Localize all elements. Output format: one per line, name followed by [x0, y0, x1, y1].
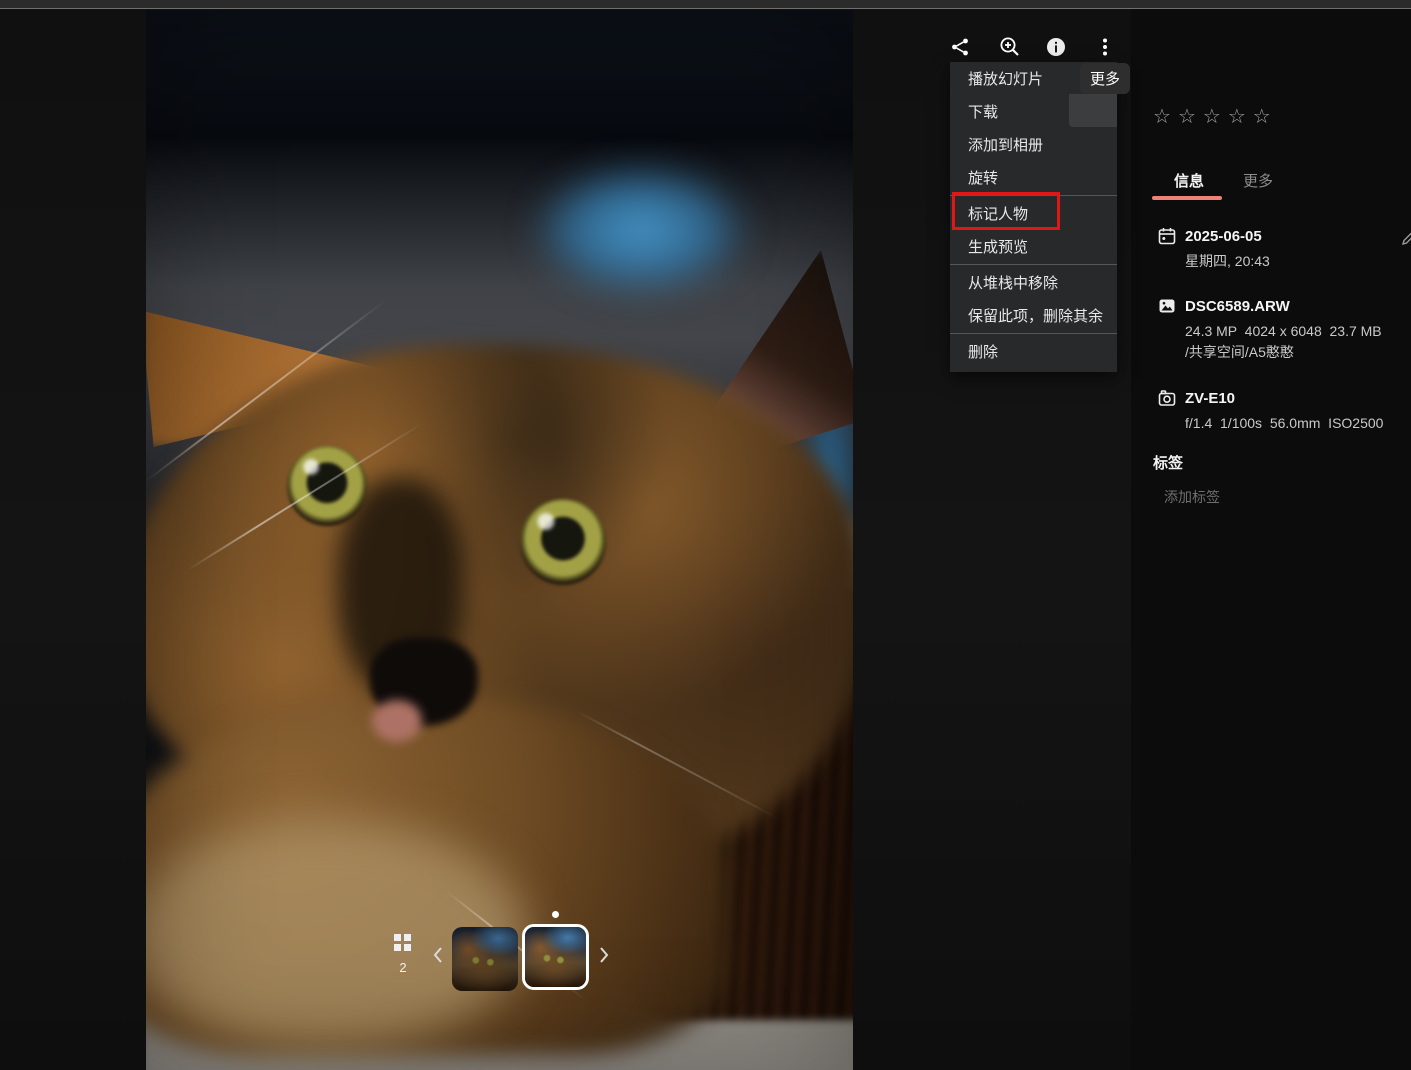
info-icon	[1045, 36, 1067, 63]
star-icon[interactable]: ☆	[1253, 106, 1271, 128]
pencil-icon	[1401, 233, 1411, 250]
previous-asset-button[interactable]	[428, 945, 448, 969]
asset-date-time: 星期四, 20:43	[1185, 251, 1407, 272]
calendar-icon	[1157, 226, 1177, 251]
info-panel: ☆ ☆ ☆ ☆ ☆ 信息 更多 2025-06-05 星期四, 20:4	[1131, 0, 1411, 1070]
share-icon	[949, 36, 971, 63]
asset-file-path: /共享空间/A5憨憨	[1185, 342, 1407, 363]
star-icon[interactable]: ☆	[1153, 106, 1171, 128]
next-asset-button[interactable]	[594, 945, 614, 969]
menu-item-delete[interactable]: 删除	[950, 335, 1117, 368]
photo-viewer-app: 2 播放幻灯片 下载 添加到相册 旋转	[0, 0, 1411, 1070]
menu-corner-overlay	[1069, 94, 1117, 127]
tags-heading: 标签	[1153, 452, 1183, 473]
info-button[interactable]	[1039, 32, 1073, 66]
more-options-button[interactable]	[1088, 32, 1122, 66]
camera-model: ZV-E10	[1185, 389, 1407, 408]
more-tooltip: 更多	[1080, 63, 1130, 94]
star-icon[interactable]: ☆	[1228, 106, 1246, 128]
share-button[interactable]	[943, 32, 977, 66]
thumbnail-image	[452, 927, 518, 991]
more-vertical-icon	[1094, 36, 1116, 63]
asset-date: 2025-06-05	[1185, 227, 1407, 246]
browser-top-strip	[0, 0, 1411, 9]
stack-thumbnail-1[interactable]	[452, 927, 518, 991]
menu-divider	[950, 264, 1117, 265]
tab-info[interactable]: 信息	[1174, 170, 1204, 191]
menu-item-rotate[interactable]: 旋转	[950, 161, 1117, 194]
zoom-in-button[interactable]	[992, 32, 1026, 66]
stack-expand-button[interactable]: 2	[390, 934, 416, 980]
star-icon[interactable]: ☆	[1203, 106, 1221, 128]
add-tag-button[interactable]: 添加标签	[1164, 487, 1220, 507]
menu-item-add-to-album[interactable]: 添加到相册	[950, 128, 1117, 161]
stack-grid-icon	[394, 934, 412, 957]
photo-main[interactable]	[146, 10, 853, 1070]
photo-vignette	[146, 10, 853, 1070]
stack-count: 2	[399, 960, 406, 975]
asset-filename: DSC6589.ARW	[1185, 297, 1407, 316]
detail-row-file: DSC6589.ARW 24.3 MP 4024 x 6048 23.7 MB …	[1157, 297, 1407, 363]
active-tab-underline	[1152, 196, 1222, 200]
tab-more[interactable]: 更多	[1243, 170, 1273, 191]
rating-stars: ☆ ☆ ☆ ☆ ☆	[1153, 106, 1271, 128]
menu-item-keep-this-delete-others[interactable]: 保留此项，删除其余	[950, 299, 1117, 332]
tag-people-highlight-box	[952, 192, 1060, 230]
camera-icon	[1157, 388, 1177, 413]
selected-thumbnail-dot	[552, 911, 559, 918]
camera-exif-specs: f/1.4 1/100s 56.0mm ISO2500	[1185, 413, 1407, 434]
zoom-in-icon	[998, 35, 1021, 63]
image-icon	[1157, 296, 1177, 321]
detail-row-camera: ZV-E10 f/1.4 1/100s 56.0mm ISO2500	[1157, 389, 1407, 434]
edit-date-button[interactable]	[1401, 230, 1411, 251]
detail-row-date: 2025-06-05 星期四, 20:43	[1157, 227, 1407, 272]
star-icon[interactable]: ☆	[1178, 106, 1196, 128]
thumbnail-image	[525, 927, 586, 987]
menu-item-remove-from-stack[interactable]: 从堆栈中移除	[950, 266, 1117, 299]
menu-divider	[950, 333, 1117, 334]
chevron-right-icon	[598, 946, 610, 969]
chevron-left-icon	[432, 946, 444, 969]
asset-file-specs: 24.3 MP 4024 x 6048 23.7 MB	[1185, 321, 1407, 342]
menu-item-generate-preview[interactable]: 生成预览	[950, 230, 1117, 263]
stack-thumbnail-2-selected[interactable]	[522, 924, 589, 990]
